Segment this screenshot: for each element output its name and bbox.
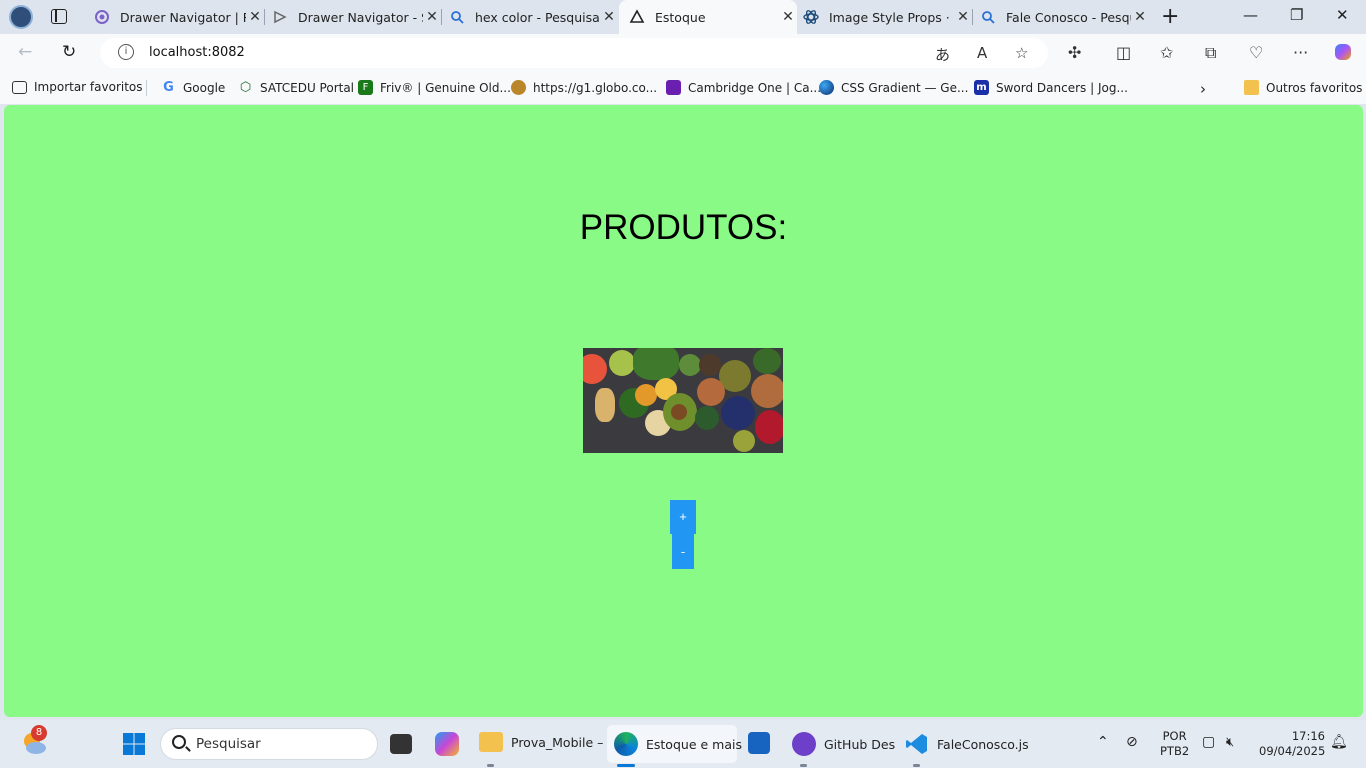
collections-icon[interactable]: ⧉ xyxy=(1205,43,1216,63)
bookmark-css-gradient[interactable]: CSS Gradient — Ge... xyxy=(819,80,968,95)
taskbar-app-store[interactable] xyxy=(748,732,770,754)
close-tab-icon[interactable]: ✕ xyxy=(246,9,264,25)
tab-bar: Drawer Navigator | Re ✕ Drawer Navigator… xyxy=(0,0,1366,34)
bookmark-g1[interactable]: https://g1.globo.co... xyxy=(511,80,657,95)
bookmark-friv[interactable]: F Friv® | Genuine Old... xyxy=(358,80,511,95)
bookmarks-bar: Importar favoritos G Google ⬡ SATCEDU Port… xyxy=(0,72,1366,104)
folder-icon xyxy=(1244,80,1259,95)
taskbar-app-edge[interactable]: Estoque e mais xyxy=(614,732,742,756)
search-icon xyxy=(449,9,465,25)
app-viewport: PRODUTOS: + - xyxy=(4,105,1363,717)
search-icon xyxy=(172,735,186,749)
github-icon xyxy=(792,732,816,756)
g1-icon xyxy=(511,80,526,95)
m365-copilot-icon[interactable] xyxy=(435,732,459,756)
bookmark-cambridge[interactable]: Cambridge One | Ca... xyxy=(666,80,821,95)
bookmark-satcedu[interactable]: ⬡ SATCEDU Portal xyxy=(238,80,354,95)
more-menu-icon[interactable]: ··· xyxy=(1293,43,1308,62)
start-button[interactable] xyxy=(122,732,146,756)
store-icon xyxy=(748,732,770,754)
tab-actions-icon[interactable] xyxy=(51,9,67,24)
split-screen-icon[interactable]: ◫ xyxy=(1116,43,1131,62)
taskbar-app-prova-mobile[interactable]: Prova_Mobile – xyxy=(479,732,603,752)
tab-drawer-navigator-2[interactable]: Drawer Navigator - Sr ✕ xyxy=(264,0,441,34)
favorites-icon[interactable]: ✩ xyxy=(1160,43,1173,62)
close-window-button[interactable]: ✕ xyxy=(1336,6,1349,24)
import-icon xyxy=(12,80,27,94)
bookmark-google[interactable]: G Google xyxy=(161,80,225,95)
close-tab-icon[interactable]: ✕ xyxy=(1131,9,1149,25)
browser-essentials-icon[interactable]: ♡ xyxy=(1249,43,1263,62)
site-info-icon[interactable]: i xyxy=(118,44,134,60)
bookmark-sword-dancers[interactable]: m Sword Dancers | Jog... xyxy=(974,80,1128,95)
language-indicator[interactable]: POR PTB2 xyxy=(1160,729,1189,759)
weather-widget[interactable]: 8 xyxy=(21,725,47,756)
volume-muted-icon[interactable]: 🔇︎ xyxy=(1226,735,1234,750)
cambridge-icon xyxy=(666,80,681,95)
bookmark-import[interactable]: Importar favoritos xyxy=(12,80,143,94)
back-button[interactable]: ← xyxy=(18,42,32,62)
tab-hex-color[interactable]: hex color - Pesquisar ✕ xyxy=(441,0,618,34)
close-tab-icon[interactable]: ✕ xyxy=(600,9,618,25)
decrement-button[interactable]: - xyxy=(672,534,694,569)
clock[interactable]: 17:16 09/04/2025 xyxy=(1259,729,1325,759)
react-icon xyxy=(803,9,819,25)
increment-button[interactable]: + xyxy=(670,500,696,534)
more-bookmarks-chevron-icon[interactable]: › xyxy=(1200,80,1206,98)
refresh-button[interactable]: ↻ xyxy=(62,42,76,62)
page-title: PRODUTOS: xyxy=(579,208,788,247)
expo-icon xyxy=(629,9,645,25)
network-icon[interactable]: ▢ xyxy=(1202,735,1215,750)
task-view-icon[interactable] xyxy=(390,734,412,754)
tab-fale-conosco[interactable]: Fale Conosco - Pesqui ✕ xyxy=(972,0,1149,34)
m-icon: m xyxy=(974,80,989,95)
product-image xyxy=(583,348,783,453)
new-tab-button[interactable]: + xyxy=(1161,4,1179,29)
tab-image-style-props[interactable]: Image Style Props · Re ✕ xyxy=(797,0,972,34)
tab-estoque[interactable]: Estoque ✕ xyxy=(619,0,797,34)
copilot-icon[interactable] xyxy=(1333,42,1353,66)
tab-drawer-navigator-1[interactable]: Drawer Navigator | Re ✕ xyxy=(86,0,264,34)
taskbar-app-github[interactable]: GitHub Des xyxy=(792,732,895,756)
google-icon: G xyxy=(163,80,174,95)
notifications-bell-icon[interactable]: 🔔︎ xyxy=(1330,735,1348,750)
minimize-button[interactable]: — xyxy=(1243,6,1258,24)
extensions-icon[interactable]: ✣ xyxy=(1068,43,1081,62)
translate-icon[interactable]: あ xyxy=(935,44,950,65)
friv-icon: F xyxy=(358,80,373,95)
css-gradient-icon xyxy=(819,80,834,95)
close-tab-icon[interactable]: ✕ xyxy=(954,9,972,25)
show-hidden-icons-chevron-icon[interactable]: ⌃ xyxy=(1097,735,1109,750)
folder-icon xyxy=(479,732,503,752)
url-field[interactable]: i localhost:8082 あ A ☆ xyxy=(100,38,1048,68)
bookmark-other-favorites[interactable]: Outros favoritos xyxy=(1244,80,1362,95)
taskbar: 8 Pesquisar Prova_Mobile – Estoque e mai… xyxy=(0,720,1366,768)
satc-icon: ⬡ xyxy=(239,80,252,95)
taskbar-app-vscode[interactable]: FaleConosco.js xyxy=(905,732,1029,756)
network-off-icon[interactable]: ⊘ xyxy=(1126,735,1138,750)
favorite-star-icon[interactable]: ☆ xyxy=(1015,44,1028,62)
profile-avatar[interactable] xyxy=(9,5,33,29)
search-icon xyxy=(980,9,996,25)
taskbar-search[interactable]: Pesquisar xyxy=(160,728,378,760)
address-bar: ← ↻ i localhost:8082 あ A ☆ ✣ ◫ ✩ ⧉ ♡ ··· xyxy=(0,34,1366,72)
close-tab-icon[interactable]: ✕ xyxy=(779,9,797,25)
edge-icon xyxy=(614,732,638,756)
weather-badge: 8 xyxy=(31,725,47,741)
vscode-icon xyxy=(906,734,927,754)
restore-button[interactable]: ❐ xyxy=(1290,6,1303,24)
read-aloud-icon[interactable]: A xyxy=(977,44,987,62)
close-tab-icon[interactable]: ✕ xyxy=(423,9,441,25)
react-icon xyxy=(94,9,110,25)
snack-icon xyxy=(272,9,288,25)
windows-icon xyxy=(123,733,145,755)
